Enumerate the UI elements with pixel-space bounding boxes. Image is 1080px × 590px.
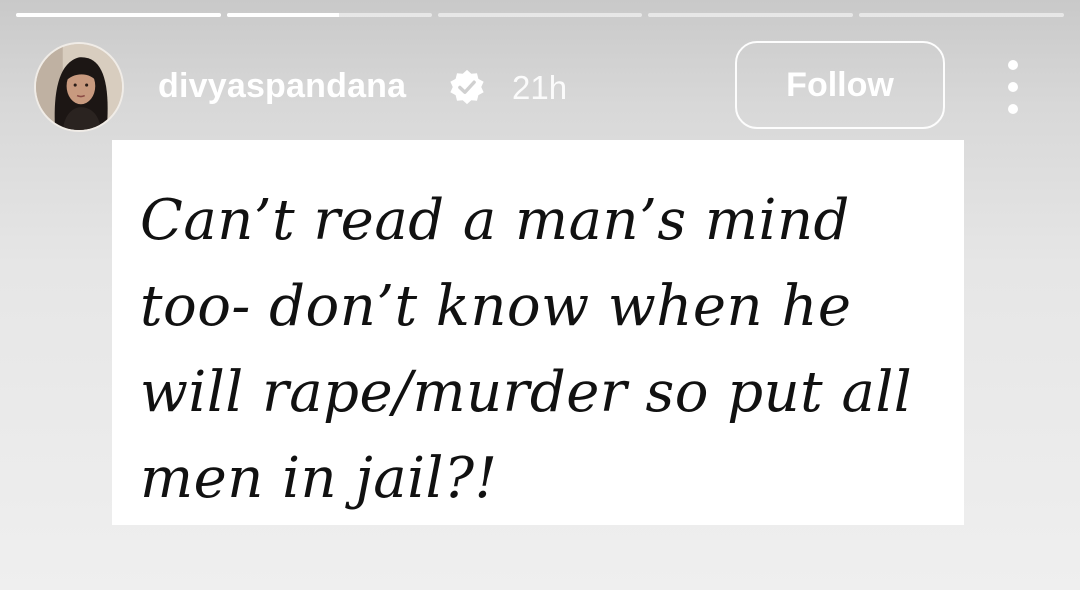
profile-photo-icon [36,44,122,130]
more-dot [1008,104,1018,114]
progress-segment-3 [437,13,643,17]
follow-button[interactable]: Follow [735,41,945,129]
story-progress-bar [16,13,1064,17]
post-time: 21h [512,69,568,106]
post-text: Can’t read a man’s mind too- don’t know … [140,188,913,511]
progress-segment-5 [859,13,1064,17]
progress-segment-4 [648,13,854,17]
more-dot [1008,60,1018,70]
more-vertical-icon[interactable] [1000,60,1026,114]
username[interactable]: divyaspandana [158,66,406,106]
post-card: Can’t read a man’s mind too- don’t know … [112,140,964,525]
more-dot [1008,82,1018,92]
verified-badge-icon [450,69,484,105]
progress-segment-2 [226,13,432,17]
avatar[interactable] [34,42,124,132]
progress-segment-1 [16,13,221,17]
